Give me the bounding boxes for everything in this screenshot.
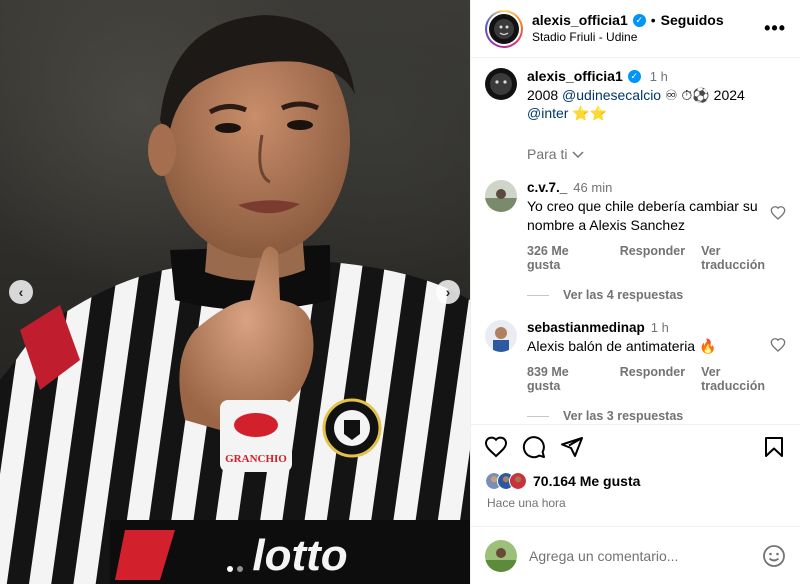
share-icon[interactable] — [560, 435, 584, 459]
caption-text-prefix: 2008 — [527, 87, 563, 103]
comment-sort-dropdown[interactable]: Para ti — [527, 146, 786, 162]
comment-username[interactable]: c.v.7._ — [527, 180, 567, 195]
post-time[interactable]: Hace una hora — [471, 494, 800, 518]
commenter-avatar[interactable] — [485, 180, 517, 212]
author-avatar[interactable] — [485, 9, 523, 48]
verified-badge-icon: ✓ — [627, 69, 641, 83]
reply-button[interactable]: Responder — [620, 365, 685, 393]
likes-row[interactable]: 70.164 Me gusta — [471, 468, 800, 494]
following-button[interactable]: Seguidos — [661, 12, 724, 29]
comment-composer — [471, 526, 800, 584]
bookmark-icon[interactable] — [762, 435, 786, 459]
commenter-avatar[interactable] — [485, 320, 517, 352]
replies-divider — [527, 294, 549, 296]
post-media[interactable]: GRANCHIO lotto ‹ › — [0, 0, 470, 584]
heart-icon[interactable] — [770, 337, 786, 353]
liker-avatars — [485, 472, 527, 490]
more-options-button[interactable]: ••• — [764, 18, 786, 39]
post-modal: GRANCHIO lotto ‹ › alexis_officia1 ✓ • S… — [0, 0, 800, 584]
prev-slide-button[interactable]: ‹ — [9, 280, 33, 304]
carousel-dots — [0, 566, 470, 572]
likes-count[interactable]: 70.164 Me gusta — [533, 473, 640, 489]
separator: • — [650, 11, 656, 28]
caption-time: 1 h — [649, 68, 668, 84]
chevron-down-icon — [572, 151, 584, 159]
caption-text-suffix: ⭐⭐ — [568, 105, 608, 121]
emoji-icon[interactable] — [762, 544, 786, 568]
lion-avatar-icon — [489, 13, 519, 44]
comment-text: Yo creo que chile debería cambiar su nom… — [527, 198, 758, 233]
carousel-dot — [237, 566, 243, 572]
action-bar — [471, 424, 800, 468]
post-header: alexis_officia1 ✓ • Seguidos Stadio Friu… — [471, 0, 800, 58]
view-replies-button[interactable]: Ver las 4 respuestas — [527, 288, 786, 302]
heart-icon[interactable] — [770, 205, 786, 221]
post-location[interactable]: Stadio Friuli - Udine — [532, 29, 764, 46]
carousel-dot — [227, 566, 233, 572]
caption-text-middle: ♾ ⏱⚽ 2024 — [661, 87, 745, 103]
mention-udinese-link[interactable]: @udinesecalcio — [562, 87, 661, 103]
comment-icon[interactable] — [522, 435, 546, 459]
comment-username[interactable]: sebastianmedinap — [527, 320, 645, 335]
replies-divider — [527, 415, 549, 417]
caption-text: 2008 @udinesecalcio ♾ ⏱⚽ 2024 @inter ⭐⭐ — [527, 86, 786, 122]
caption-username[interactable]: alexis_officia1 — [527, 68, 623, 84]
comment-text: Alexis balón de antimateria 🔥 — [527, 338, 717, 354]
comment-likes[interactable]: 326 Me gusta — [527, 244, 604, 272]
replies-label: Ver las 4 respuestas — [563, 288, 684, 302]
view-replies-button[interactable]: Ver las 3 respuestas — [527, 409, 786, 423]
comments-scroll[interactable]: alexis_officia1 ✓ 1 h 2008 @udinesecalci… — [471, 58, 800, 424]
svg-text:GRANCHIO: GRANCHIO — [225, 453, 287, 465]
reply-button[interactable]: Responder — [620, 244, 685, 272]
comment-item: sebastianmedinap 1 h Alexis balón de ant… — [485, 320, 786, 393]
verified-badge-icon: ✓ — [632, 13, 646, 27]
next-slide-button[interactable]: › — [436, 280, 460, 304]
mention-inter-link[interactable]: @inter — [527, 105, 568, 121]
translate-button[interactable]: Ver traducción — [701, 365, 786, 393]
comment-item: c.v.7._ 46 min Yo creo que chile debería… — [485, 180, 786, 272]
comment-likes[interactable]: 839 Me gusta — [527, 365, 604, 393]
replies-label: Ver las 3 respuestas — [563, 409, 684, 423]
player-photo: GRANCHIO lotto — [0, 15, 470, 584]
author-username[interactable]: alexis_officia1 — [532, 12, 628, 29]
liker-avatar — [509, 472, 527, 490]
current-user-avatar — [485, 539, 517, 572]
heart-icon[interactable] — [484, 435, 508, 459]
comment-time: 1 h — [650, 320, 669, 335]
svg-text:lotto: lotto — [252, 531, 347, 580]
comment-input[interactable] — [529, 547, 762, 564]
post-panel: alexis_officia1 ✓ • Seguidos Stadio Friu… — [470, 0, 800, 584]
sort-label: Para ti — [527, 146, 568, 162]
post-caption: alexis_officia1 ✓ 1 h 2008 @udinesecalci… — [485, 68, 786, 122]
translate-button[interactable]: Ver traducción — [701, 244, 786, 272]
comment-time: 46 min — [573, 180, 613, 195]
caption-avatar[interactable] — [485, 68, 517, 100]
